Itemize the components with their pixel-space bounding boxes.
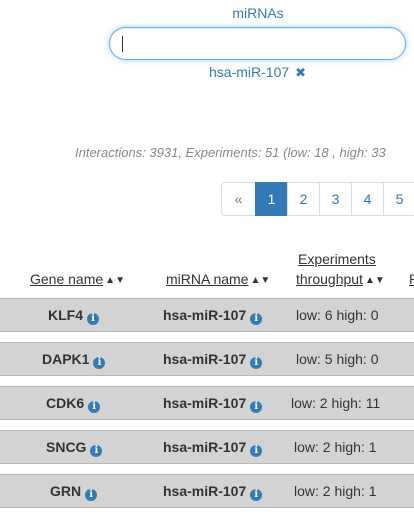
throughput-value: low: 5 high: 0 xyxy=(296,351,379,367)
gene-name[interactable]: CDK6 xyxy=(46,395,84,411)
mirna-name[interactable]: hsa-miR-107 xyxy=(163,439,246,455)
text-caret xyxy=(122,36,123,52)
mirna-name[interactable]: hsa-miR-107 xyxy=(163,483,246,499)
selected-mirna-chip[interactable]: hsa-miR-107 ✖ xyxy=(209,64,306,81)
throughput-value: low: 2 high: 11 xyxy=(291,395,381,411)
gene-name[interactable]: KLF4 xyxy=(48,307,83,323)
pagination: «1 2 3 4 5 xyxy=(221,182,414,216)
throughput-value: low: 2 high: 1 xyxy=(294,439,377,455)
info-icon[interactable]: i xyxy=(250,357,263,369)
chip-label: hsa-miR-107 xyxy=(209,64,290,80)
header-experiments-line1[interactable]: Experiments xyxy=(298,251,376,267)
mirna-search-input[interactable] xyxy=(109,27,406,60)
info-icon[interactable]: i xyxy=(88,401,101,413)
mirnas-label: miRNAs xyxy=(232,5,284,21)
info-icon[interactable]: i xyxy=(87,313,99,325)
close-icon[interactable]: ✖ xyxy=(295,65,306,80)
table-row: KLF4 i hsa-miR-107 i low: 6 high: 0 xyxy=(0,298,414,332)
table-row: GRN i hsa-miR-107 i low: 2 high: 1 xyxy=(0,474,414,508)
info-icon[interactable]: i xyxy=(93,357,106,369)
pagination-page-3[interactable]: 3 xyxy=(319,182,352,216)
info-icon[interactable]: i xyxy=(250,313,263,325)
mirna-name[interactable]: hsa-miR-107 xyxy=(163,395,246,411)
info-icon[interactable]: i xyxy=(85,489,98,501)
info-icon[interactable]: i xyxy=(90,445,103,457)
pagination-prev[interactable]: « xyxy=(221,182,256,216)
pagination-page-5[interactable]: 5 xyxy=(383,182,414,216)
gene-name[interactable]: DAPK1 xyxy=(42,351,89,367)
throughput-value: low: 6 high: 0 xyxy=(296,307,379,323)
info-icon[interactable]: i xyxy=(250,489,263,501)
header-mirna-name[interactable]: miRNA name ▲▼ xyxy=(166,271,270,287)
table-row: SNCG i hsa-miR-107 i low: 2 high: 1 xyxy=(0,430,414,464)
header-gene-name[interactable]: Gene name ▲▼ xyxy=(30,271,125,287)
header-extra[interactable]: P xyxy=(409,271,414,287)
sort-icon: ▲▼ xyxy=(105,275,125,286)
mirna-name[interactable]: hsa-miR-107 xyxy=(163,351,246,367)
pagination-page-2[interactable]: 2 xyxy=(287,182,320,216)
info-icon[interactable]: i xyxy=(250,445,263,457)
sort-icon: ▲▼ xyxy=(250,275,271,286)
pagination-page-1[interactable]: 1 xyxy=(255,182,288,216)
table-row: CDK6 i hsa-miR-107 i low: 2 high: 11 xyxy=(0,386,414,420)
interaction-stats: Interactions: 3931, Experiments: 51 (low… xyxy=(75,145,386,160)
table-row: DAPK1 i hsa-miR-107 i low: 5 high: 0 xyxy=(0,342,414,376)
header-throughput[interactable]: throughput ▲▼ xyxy=(296,271,385,287)
gene-name[interactable]: SNCG xyxy=(46,439,86,455)
pagination-page-4[interactable]: 4 xyxy=(351,182,384,216)
throughput-value: low: 2 high: 1 xyxy=(294,483,377,499)
mirna-name[interactable]: hsa-miR-107 xyxy=(163,307,246,323)
sort-icon: ▲▼ xyxy=(364,275,385,286)
gene-name[interactable]: GRN xyxy=(50,483,81,499)
info-icon[interactable]: i xyxy=(250,401,263,413)
